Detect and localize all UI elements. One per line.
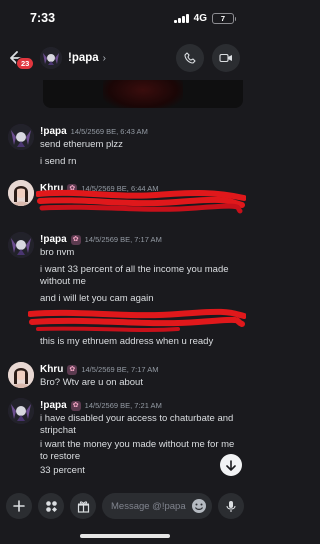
battery-level: 7 (220, 13, 226, 23)
username[interactable]: Khru (40, 183, 63, 194)
channel-avatar[interactable] (40, 47, 62, 69)
timestamp: 14/5/2569 BE, 6:43 AM (70, 127, 148, 136)
role-icon: ✿ (67, 183, 78, 194)
avatar[interactable] (8, 398, 34, 424)
network-type: 4G (193, 12, 207, 24)
timestamp: 14/5/2569 BE, 7:17 AM (84, 235, 162, 244)
message-text: this is my ethruem address when u ready (40, 336, 214, 347)
message-text: i want 33 percent of all the income you … (40, 264, 229, 287)
battery-icon: 7 (212, 12, 236, 24)
header-actions (176, 44, 240, 72)
username[interactable]: !papa (40, 400, 67, 411)
timestamp: 14/5/2569 BE, 7:17 AM (81, 365, 159, 374)
gift-button[interactable] (70, 493, 96, 519)
username[interactable]: !papa (40, 126, 67, 137)
avatar[interactable] (8, 124, 34, 150)
role-icon: ✿ (67, 364, 78, 375)
message-text: and i will let you cam again (40, 293, 154, 304)
scroll-to-bottom-button[interactable] (220, 454, 242, 476)
voice-call-button[interactable] (176, 44, 204, 72)
status-bar: 7:33 4G 7 (0, 0, 250, 36)
status-time: 7:33 (30, 11, 56, 25)
timestamp: 14/5/2569 BE, 6:44 AM (81, 184, 159, 193)
jester-avatar-icon (40, 47, 62, 69)
message-text: i have disabled your access to chaturbat… (40, 413, 234, 436)
message-composer (0, 490, 250, 522)
message-meta: Khru ✿ 14/5/2569 BE, 6:44 AM (40, 183, 158, 194)
home-indicator (80, 534, 170, 538)
jester-avatar-icon (8, 398, 34, 424)
video-call-button[interactable] (212, 44, 240, 72)
signal-icon (174, 13, 189, 23)
profile-photo-icon (8, 180, 34, 206)
avatar[interactable] (8, 180, 34, 206)
chevron-right-icon[interactable]: › (103, 53, 106, 64)
attachment-image[interactable] (43, 80, 243, 108)
unread-badge: 23 (16, 57, 35, 70)
profile-photo-icon (8, 362, 34, 388)
message-text: i send rn (40, 156, 77, 167)
role-icon: ✿ (70, 234, 81, 245)
redaction-scribble (28, 308, 246, 332)
video-camera-icon (219, 53, 232, 63)
message-meta: !papa 14/5/2569 BE, 6:43 AM (40, 126, 148, 137)
channel-header: !papa › (0, 36, 250, 80)
message-text: Bro? Wtv are u on about (40, 377, 143, 388)
message-input-wrapper (102, 493, 212, 519)
timestamp: 14/5/2569 BE, 7:21 AM (84, 401, 162, 410)
microphone-icon (226, 500, 236, 512)
message-text: bro nvm (40, 247, 75, 258)
jester-avatar-icon (8, 232, 34, 258)
message-meta: Khru ✿ 14/5/2569 BE, 7:17 AM (40, 364, 158, 375)
role-icon: ✿ (70, 400, 81, 411)
message-text: send etheruem plzz (40, 139, 123, 150)
username[interactable]: !papa (40, 234, 67, 245)
avatar[interactable] (8, 232, 34, 258)
gift-icon (77, 500, 89, 513)
message-text: i want the money you made without me for… (40, 439, 235, 462)
add-attachment-button[interactable] (6, 493, 32, 519)
emoji-button[interactable] (190, 497, 208, 515)
message-meta: !papa ✿ 14/5/2569 BE, 7:21 AM (40, 400, 162, 411)
voice-message-button[interactable] (218, 493, 244, 519)
emoji-icon (192, 499, 206, 513)
status-indicators: 4G 7 (174, 12, 236, 24)
phone-icon (184, 52, 196, 64)
apps-button[interactable] (38, 493, 64, 519)
arrow-down-icon (226, 459, 236, 471)
message-meta: !papa ✿ 14/5/2569 BE, 7:17 AM (40, 234, 162, 245)
channel-name[interactable]: !papa (68, 52, 99, 64)
message-text: 33 percent (40, 465, 85, 476)
plus-icon (13, 500, 25, 512)
username[interactable]: Khru (40, 364, 63, 375)
message-input[interactable] (111, 500, 190, 512)
apps-icon (45, 500, 57, 512)
jester-avatar-icon (8, 124, 34, 150)
avatar[interactable] (8, 362, 34, 388)
